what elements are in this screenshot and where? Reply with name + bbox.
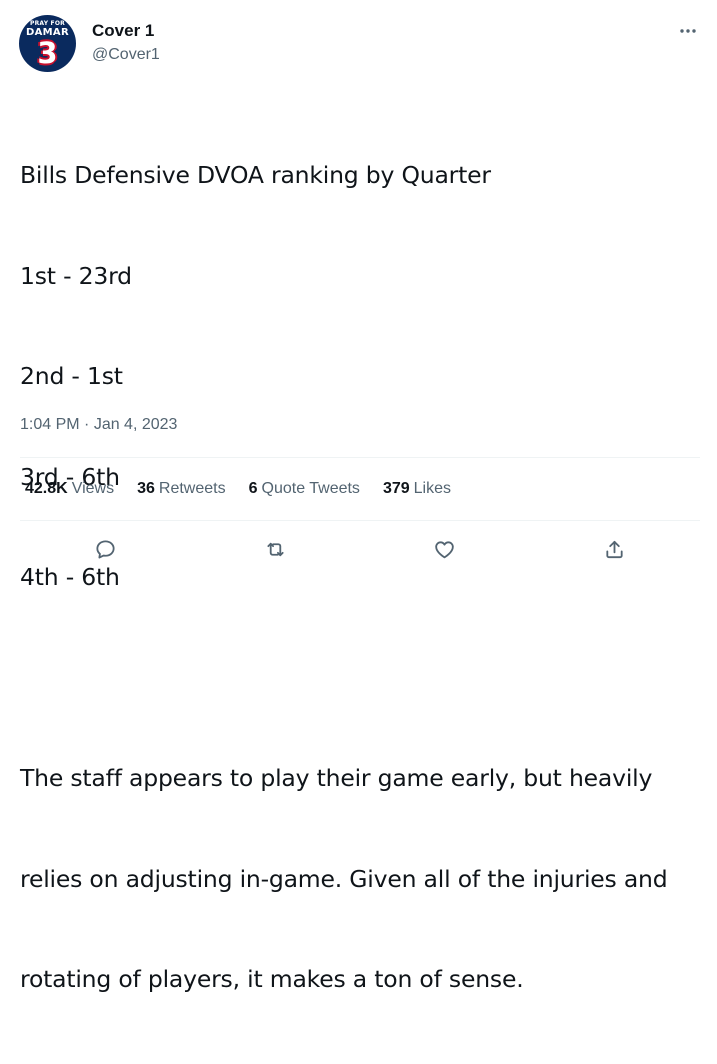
tweet-text-line [20, 662, 710, 696]
likes-count: 379 [382, 480, 410, 497]
tweet-timestamp: 1:04 PM · Jan 4, 2023 [20, 414, 177, 436]
tweet-text-line: 4th - 6th [20, 563, 120, 591]
share-icon [605, 540, 623, 558]
tweet-text-line: 2nd - 1st [20, 362, 123, 390]
like-button[interactable] [430, 535, 458, 563]
views-stat: 42.8K Views [25, 478, 114, 500]
views-label: Views [71, 480, 115, 497]
divider [20, 520, 700, 521]
avatar-number: 3 [37, 36, 58, 70]
more-options-button[interactable] [674, 18, 702, 44]
likes-stat[interactable]: 379 Likes [383, 478, 451, 500]
retweets-label: Retweets [158, 480, 226, 497]
author-display-name[interactable]: Cover 1 [92, 20, 154, 42]
tweet-text: Bills Defensive DVOA ranking by Quarter … [20, 92, 710, 1064]
retweet-icon [266, 542, 284, 556]
quote-tweets-stat[interactable]: 6 Quote Tweets [249, 478, 360, 500]
tweet-text-line: The staff appears to play their game ear… [20, 764, 653, 792]
likes-label: Likes [413, 480, 451, 497]
retweets-count: 36 [137, 480, 155, 497]
tweet-stats: 42.8K Views 36 Retweets 6 Quote Tweets 379 L… [25, 478, 474, 500]
views-count: 42.8K [25, 480, 68, 497]
author-handle[interactable]: @Cover1 [92, 44, 160, 66]
tweet-date-link[interactable]: Jan 4, 2023 [94, 416, 178, 433]
retweets-stat[interactable]: 36 Retweets [137, 478, 226, 500]
avatar-text-line1: PRAY FOR [30, 20, 65, 27]
reply-button[interactable] [91, 535, 119, 563]
tweet-text-line: 1st - 23rd [20, 261, 132, 290]
more-icon [680, 29, 696, 33]
quote-tweets-label: Quote Tweets [261, 480, 360, 497]
reply-icon [95, 539, 115, 558]
share-button[interactable] [600, 535, 628, 563]
tweet-time-link[interactable]: 1:04 PM [20, 416, 80, 433]
tweet: PRAY FOR DAMAR 3 Cover 1 @Cover1 Bills D… [0, 0, 717, 993]
divider [20, 457, 700, 458]
like-icon [434, 540, 454, 558]
tweet-text-line: Bills Defensive DVOA ranking by Quarter [20, 161, 491, 189]
quote-tweets-count: 6 [248, 480, 258, 497]
retweet-button[interactable] [261, 535, 289, 563]
timestamp-separator: · [79, 416, 94, 433]
tweet-text-line: rotating of players, it makes a ton of s… [20, 965, 524, 993]
avatar[interactable]: PRAY FOR DAMAR 3 [19, 15, 76, 72]
tweet-text-line: relies on adjusting in-game. Given all o… [20, 864, 668, 893]
